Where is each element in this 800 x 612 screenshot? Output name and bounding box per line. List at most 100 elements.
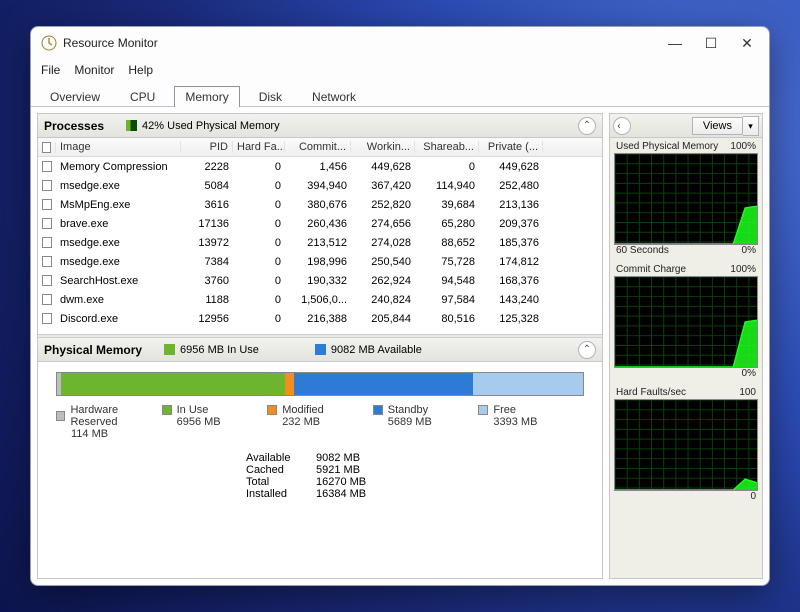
table-row[interactable]: msedge.exe 5084 0 394,940 367,420 114,94… bbox=[38, 176, 602, 195]
maximize-button[interactable]: ☐ bbox=[693, 29, 729, 57]
cell-working: 274,028 bbox=[351, 237, 415, 249]
col-image[interactable]: Image bbox=[56, 141, 181, 153]
menubar: File Monitor Help bbox=[31, 59, 769, 81]
table-row[interactable]: Memory Compression 2228 0 1,456 449,628 … bbox=[38, 157, 602, 176]
cell-hard: 0 bbox=[233, 218, 285, 230]
menu-file[interactable]: File bbox=[41, 63, 60, 77]
app-icon bbox=[41, 35, 57, 51]
col-pid[interactable]: PID bbox=[181, 141, 233, 153]
memory-bar bbox=[56, 372, 584, 396]
close-button[interactable]: ✕ bbox=[729, 29, 765, 57]
graph-max: 100% bbox=[730, 264, 756, 275]
stat-available-label: Available bbox=[246, 452, 316, 464]
col-shareable[interactable]: Shareab... bbox=[415, 141, 479, 153]
cell-working: 262,924 bbox=[351, 275, 415, 287]
table-row[interactable]: msedge.exe 13972 0 213,512 274,028 88,65… bbox=[38, 233, 602, 252]
row-checkbox[interactable] bbox=[38, 294, 56, 305]
cell-commit: 380,676 bbox=[285, 199, 351, 211]
graph-canvas bbox=[614, 276, 758, 368]
cell-working: 240,824 bbox=[351, 294, 415, 306]
titlebar[interactable]: Resource Monitor ― ☐ ✕ bbox=[31, 27, 769, 59]
row-checkbox[interactable] bbox=[38, 199, 56, 210]
legend-modified-label: Modified bbox=[282, 404, 324, 416]
views-dropdown-icon[interactable]: ▾ bbox=[743, 116, 759, 136]
legend-free-value: 3393 MB bbox=[493, 416, 584, 428]
stat-cached-value: 5921 MB bbox=[316, 464, 360, 476]
cell-hard: 0 bbox=[233, 294, 285, 306]
graph-max: 100 bbox=[739, 387, 756, 398]
collapse-icon[interactable]: ⌃ bbox=[578, 341, 596, 359]
cell-hard: 0 bbox=[233, 256, 285, 268]
cell-commit: 198,996 bbox=[285, 256, 351, 268]
tabbar: Overview CPU Memory Disk Network bbox=[31, 81, 769, 107]
collapse-icon[interactable]: ⌃ bbox=[578, 117, 596, 135]
cell-priv: 449,628 bbox=[479, 161, 543, 173]
processes-title: Processes bbox=[44, 119, 104, 133]
cell-priv: 209,376 bbox=[479, 218, 543, 230]
row-checkbox[interactable] bbox=[38, 218, 56, 229]
cell-hard: 0 bbox=[233, 237, 285, 249]
cell-commit: 394,940 bbox=[285, 180, 351, 192]
legend-free-label: Free bbox=[493, 404, 516, 416]
cell-image: Discord.exe bbox=[56, 313, 181, 325]
cell-share: 80,516 bbox=[415, 313, 479, 325]
table-row[interactable]: msedge.exe 7384 0 198,996 250,540 75,728… bbox=[38, 252, 602, 271]
table-row[interactable]: Discord.exe 12956 0 216,388 205,844 80,5… bbox=[38, 309, 602, 328]
row-checkbox[interactable] bbox=[38, 275, 56, 286]
cell-working: 252,820 bbox=[351, 199, 415, 211]
row-checkbox[interactable] bbox=[38, 161, 56, 172]
cell-pid: 7384 bbox=[181, 256, 233, 268]
expand-icon[interactable]: ⌃ bbox=[613, 117, 631, 135]
cell-commit: 260,436 bbox=[285, 218, 351, 230]
cell-priv: 174,812 bbox=[479, 256, 543, 268]
table-row[interactable]: brave.exe 17136 0 260,436 274,656 65,280… bbox=[38, 214, 602, 233]
table-row[interactable]: SearchHost.exe 3760 0 190,332 262,924 94… bbox=[38, 271, 602, 290]
cell-working: 250,540 bbox=[351, 256, 415, 268]
row-checkbox[interactable] bbox=[38, 237, 56, 248]
col-hardfaults[interactable]: Hard Fa... bbox=[233, 141, 285, 153]
row-checkbox[interactable] bbox=[38, 256, 56, 267]
minimize-button[interactable]: ― bbox=[657, 29, 693, 57]
table-row[interactable]: dwm.exe 1188 0 1,506,0... 240,824 97,584… bbox=[38, 290, 602, 309]
tab-disk[interactable]: Disk bbox=[248, 86, 293, 107]
cell-commit: 213,512 bbox=[285, 237, 351, 249]
legend-hardware-value: 114 MB bbox=[71, 428, 162, 440]
cell-pid: 5084 bbox=[181, 180, 233, 192]
membar-free bbox=[473, 373, 583, 395]
graph-max: 100% bbox=[730, 141, 756, 152]
stat-total-value: 16270 MB bbox=[316, 476, 366, 488]
available-label: 9082 MB Available bbox=[331, 344, 422, 356]
cell-share: 97,584 bbox=[415, 294, 479, 306]
tab-memory[interactable]: Memory bbox=[174, 86, 239, 107]
cell-pid: 2228 bbox=[181, 161, 233, 173]
cell-working: 205,844 bbox=[351, 313, 415, 325]
content: Processes 42% Used Physical Memory ⌃ Ima… bbox=[31, 107, 769, 585]
header-checkbox[interactable] bbox=[38, 142, 56, 153]
cell-share: 94,548 bbox=[415, 275, 479, 287]
col-commit[interactable]: Commit... bbox=[285, 141, 351, 153]
physical-title: Physical Memory bbox=[44, 343, 142, 357]
tab-cpu[interactable]: CPU bbox=[119, 86, 166, 107]
tab-network[interactable]: Network bbox=[301, 86, 367, 107]
graph-foot-r: 0% bbox=[742, 368, 756, 379]
processes-header[interactable]: Processes 42% Used Physical Memory ⌃ bbox=[38, 114, 602, 138]
membar-standby bbox=[294, 373, 473, 395]
row-checkbox[interactable] bbox=[38, 313, 56, 324]
cell-image: msedge.exe bbox=[56, 256, 181, 268]
cell-image: dwm.exe bbox=[56, 294, 181, 306]
col-working[interactable]: Workin... bbox=[351, 141, 415, 153]
physical-header[interactable]: Physical Memory 6956 MB In Use 9082 MB A… bbox=[38, 338, 602, 362]
tab-overview[interactable]: Overview bbox=[39, 86, 111, 107]
cell-priv: 213,136 bbox=[479, 199, 543, 211]
table-row[interactable]: MsMpEng.exe 3616 0 380,676 252,820 39,68… bbox=[38, 195, 602, 214]
views-button[interactable]: Views bbox=[692, 117, 743, 135]
row-checkbox[interactable] bbox=[38, 180, 56, 191]
menu-help[interactable]: Help bbox=[128, 63, 153, 77]
cell-commit: 1,456 bbox=[285, 161, 351, 173]
cell-hard: 0 bbox=[233, 313, 285, 325]
cell-priv: 252,480 bbox=[479, 180, 543, 192]
col-private[interactable]: Private (... bbox=[479, 141, 543, 153]
available-icon bbox=[315, 344, 326, 355]
cell-commit: 190,332 bbox=[285, 275, 351, 287]
menu-monitor[interactable]: Monitor bbox=[74, 63, 114, 77]
